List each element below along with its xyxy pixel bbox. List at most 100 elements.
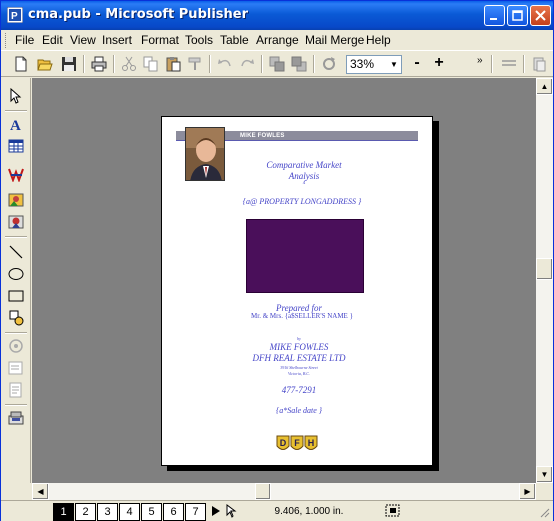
clip-art-icon: [8, 215, 24, 229]
svg-text:P: P: [11, 11, 18, 22]
title-line-2[interactable]: Analysis: [254, 171, 354, 181]
redo-button[interactable]: [237, 54, 257, 74]
wordart-tool[interactable]: [5, 164, 27, 184]
agent-name[interactable]: MIKE FOWLES: [234, 342, 364, 352]
formatting-toolbar-button[interactable]: [499, 54, 519, 74]
rotate-button[interactable]: [319, 54, 339, 74]
page-tab-2[interactable]: 2: [75, 503, 96, 521]
table-tool[interactable]: [5, 136, 27, 156]
vertical-scrollbar[interactable]: ▲ ▼: [536, 78, 553, 483]
zoom-select[interactable]: 33% ▼: [346, 55, 402, 74]
wordart-icon: [8, 168, 24, 182]
menu-view[interactable]: View: [70, 33, 96, 47]
address-line-2[interactable]: Victoria, B.C.: [244, 371, 354, 376]
menu-edit[interactable]: Edit: [42, 33, 63, 47]
new-button[interactable]: [11, 54, 31, 74]
html-code-fragment-tool[interactable]: [5, 380, 27, 400]
wizard-button[interactable]: [529, 54, 549, 74]
zoom-in-button[interactable]: +: [429, 54, 449, 74]
text-box-tool[interactable]: A: [5, 114, 27, 134]
sale-date-field[interactable]: {a*Sale date }: [244, 406, 354, 415]
title-bar[interactable]: P cma.pub - Microsoft Publisher: [1, 1, 553, 30]
menu-table[interactable]: Table: [220, 33, 249, 47]
page-tab-7[interactable]: 7: [185, 503, 206, 521]
toolbar-separator: [83, 55, 85, 73]
horizontal-scroll-thumb[interactable]: [255, 483, 271, 500]
maximize-button[interactable]: [507, 5, 528, 26]
open-button[interactable]: [35, 54, 55, 74]
address-line-1[interactable]: 3916 Shelbourne Street: [244, 365, 354, 370]
window-title: cma.pub - Microsoft Publisher: [28, 7, 249, 22]
bring-to-front-button[interactable]: [267, 54, 287, 74]
picture-frame-tool[interactable]: [5, 190, 27, 210]
agent-photo[interactable]: [185, 127, 225, 181]
property-address-field[interactable]: {a@ PROPERTY LONGADDRESS }: [202, 197, 402, 206]
page-tab-5[interactable]: 5: [141, 503, 162, 521]
scroll-left-button[interactable]: ◀: [32, 483, 49, 500]
seller-name-field[interactable]: Mr. & Mrs. {a$SELLER'S NAME }: [202, 312, 402, 320]
publication-page[interactable]: MIKE FOWLES Comparative Market Analysis …: [161, 116, 433, 466]
format-painter-button[interactable]: [185, 54, 205, 74]
scroll-right-button[interactable]: ▶: [519, 483, 536, 500]
toolbar-separator: [5, 110, 27, 112]
title-line-3[interactable]: 4: [254, 181, 354, 186]
zoom-out-button[interactable]: -: [407, 54, 427, 74]
design-gallery-tool[interactable]: [5, 408, 27, 428]
menu-arrange[interactable]: Arrange: [256, 33, 299, 47]
by-label[interactable]: by: [284, 336, 314, 341]
scroll-down-button[interactable]: ▼: [536, 466, 553, 483]
send-to-back-icon: [291, 56, 307, 72]
company-name[interactable]: DFH REAL ESTATE LTD: [234, 353, 364, 363]
menu-insert[interactable]: Insert: [102, 33, 132, 47]
page-icon: [533, 57, 546, 72]
title-line-1[interactable]: Comparative Market: [254, 160, 354, 170]
chevron-down-icon[interactable]: ▼: [388, 57, 400, 72]
pointer-tool[interactable]: [5, 86, 27, 106]
print-button[interactable]: [89, 54, 109, 74]
toolbar-separator: [523, 55, 525, 73]
hot-spot-tool[interactable]: [5, 336, 27, 356]
toolbar-options-chevron[interactable]: »: [477, 54, 489, 74]
design-gallery-icon: [8, 411, 24, 425]
phone-number[interactable]: 477-7291: [254, 385, 344, 395]
clip-organizer-tool[interactable]: [5, 212, 27, 232]
menu-file[interactable]: File: [15, 33, 34, 47]
oval-tool[interactable]: [5, 264, 27, 284]
dfh-logo[interactable]: D F H: [276, 435, 318, 453]
property-photo-placeholder[interactable]: [246, 219, 364, 293]
page-tab-6[interactable]: 6: [163, 503, 184, 521]
toolbar-separator: [313, 55, 315, 73]
menu-bar: File Edit View Insert Format Tools Table…: [1, 30, 553, 50]
menubar-grip[interactable]: [5, 33, 8, 48]
rectangle-tool[interactable]: [5, 286, 27, 306]
send-to-back-button[interactable]: [289, 54, 309, 74]
next-page-arrow-icon[interactable]: [211, 505, 221, 520]
paste-button[interactable]: [163, 54, 183, 74]
form-control-tool[interactable]: [5, 358, 27, 378]
page-tab-4[interactable]: 4: [119, 503, 140, 521]
page-tab-1[interactable]: 1: [53, 503, 74, 521]
publisher-icon[interactable]: P: [6, 6, 24, 24]
form-control-icon: [8, 361, 23, 375]
menu-mail-merge[interactable]: Mail Merge: [305, 33, 364, 47]
menu-tools[interactable]: Tools: [185, 33, 213, 47]
resize-grip-icon[interactable]: [539, 507, 551, 521]
minimize-button[interactable]: [484, 5, 505, 26]
page-tab-3[interactable]: 3: [97, 503, 118, 521]
copy-button[interactable]: [141, 54, 161, 74]
cut-button[interactable]: [119, 54, 139, 74]
autoshapes-tool[interactable]: [5, 308, 27, 328]
horizontal-scrollbar[interactable]: ◀ ▶: [32, 483, 536, 500]
vertical-scroll-thumb[interactable]: [536, 258, 553, 280]
dfh-logo-shield-icon: D F H: [276, 435, 318, 450]
save-button[interactable]: [59, 54, 79, 74]
publisher-window: P cma.pub - Microsoft Publisher File Edi…: [0, 0, 554, 521]
menu-format[interactable]: Format: [141, 33, 179, 47]
undo-button[interactable]: [215, 54, 235, 74]
menu-help[interactable]: Help: [366, 33, 391, 47]
line-tool[interactable]: [5, 242, 27, 262]
status-bar: 1 2 3 4 5 6 7 9.406, 1.000 in.: [1, 500, 553, 521]
scroll-up-button[interactable]: ▲: [536, 78, 553, 95]
banner-name-text[interactable]: MIKE FOWLES: [240, 131, 285, 141]
close-button[interactable]: [530, 5, 551, 26]
